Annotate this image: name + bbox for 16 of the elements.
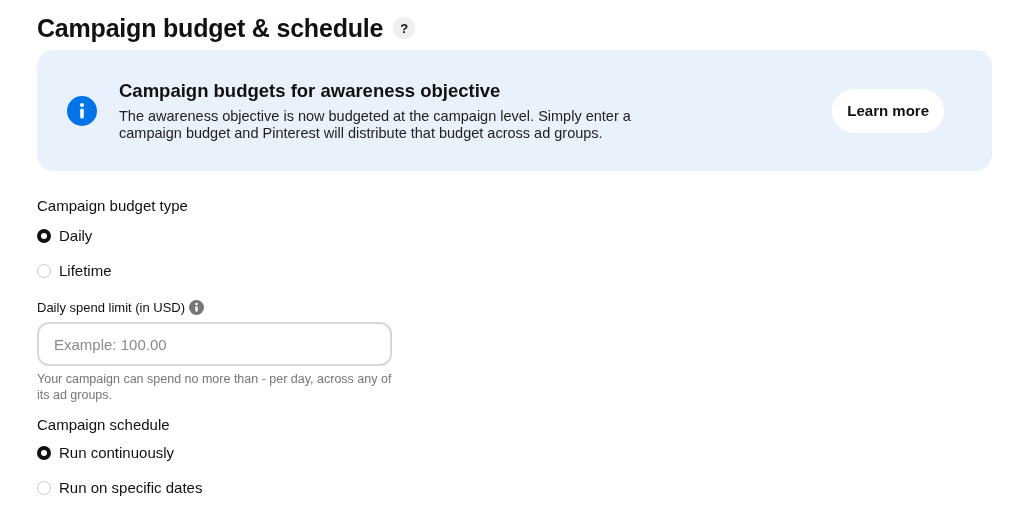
spend-limit-field[interactable]: Example: 100.00 <box>37 322 392 366</box>
help-icon[interactable]: ? <box>393 17 416 39</box>
field-label: Campaign schedule <box>37 416 171 433</box>
radio-option[interactable]: Daily <box>37 218 93 253</box>
helper-text: Your campaign can spend no more than - per day, across any of its ad groups. <box>37 371 392 403</box>
field-label: Daily spend limit (in USD) <box>37 300 186 315</box>
info-icon[interactable] <box>189 300 205 315</box>
page-title: Campaign budget & schedule <box>37 13 384 43</box>
radio-option[interactable]: Run on specific dates <box>37 470 203 505</box>
radio-option[interactable]: Lifetime <box>37 253 112 288</box>
field-label: Campaign budget type <box>37 197 189 214</box>
radio-option[interactable]: Run continuously <box>37 435 175 470</box>
info-icon <box>67 95 97 126</box>
learn-more-button[interactable]: Learn more <box>832 88 944 133</box>
banner-text: The awareness objective is now budgeted at the campaign level. Simply enter a campaign budget and Pinterest will distribute that budget across ad groups. <box>119 107 632 142</box>
banner-title: Campaign budgets for awareness objective <box>119 79 502 102</box>
